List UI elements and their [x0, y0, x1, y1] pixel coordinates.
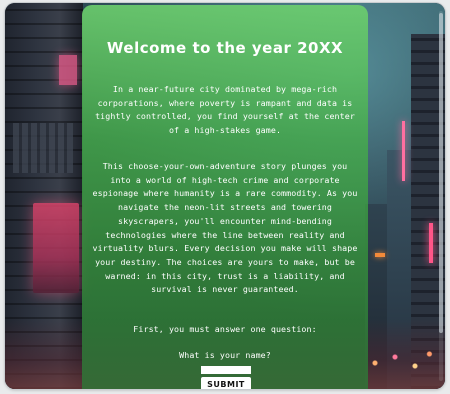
story-intro: In a near-future city dominated by mega-…: [95, 84, 355, 136]
name-question: What is your name?: [179, 350, 271, 360]
neon-sign-left: [33, 203, 79, 293]
app-window: Welcome to the year 20XX In a near-futur…: [5, 3, 445, 389]
story-panel: Welcome to the year 20XX In a near-futur…: [82, 5, 368, 389]
submit-button[interactable]: SUBMIT: [201, 377, 251, 389]
name-input[interactable]: [201, 366, 251, 374]
scrollbar-thumb[interactable]: [439, 13, 443, 333]
story-body: This choose-your-own-adventure story plu…: [92, 161, 358, 295]
story-title: Welcome to the year 20XX: [106, 39, 344, 57]
question-prompt: First, you must answer one question:: [133, 324, 317, 334]
